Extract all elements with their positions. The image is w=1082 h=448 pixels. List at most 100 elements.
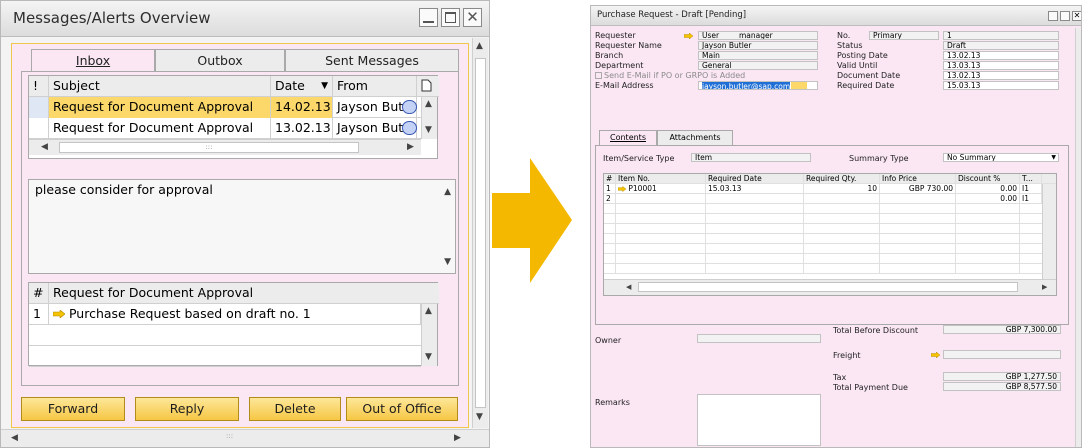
scroll-up-icon[interactable]: ▲: [425, 306, 432, 316]
form-vertical-scrollbar[interactable]: [1075, 28, 1081, 447]
row-discount[interactable]: 0.00: [956, 194, 1020, 204]
document-date-field[interactable]: 13.02.13: [943, 71, 1059, 80]
item-service-type-field[interactable]: Item: [691, 153, 811, 162]
col-item-no[interactable]: Item No.: [616, 174, 706, 184]
required-date-field[interactable]: 15.03.13: [943, 81, 1059, 90]
purchase-request-window: Purchase Request - Draft [Pending] ✕ Req…: [590, 5, 1082, 448]
total-before-discount-field[interactable]: GBP 7,300.00: [943, 325, 1061, 334]
tab-sent-messages[interactable]: Sent Messages: [285, 49, 459, 71]
send-email-checkbox[interactable]: Send E-Mail if PO or GRPO is Added: [595, 71, 745, 80]
total-payment-due-field[interactable]: GBP 8,577.50: [943, 382, 1061, 391]
valid-until-field[interactable]: 13.03.13: [943, 61, 1059, 70]
branch-field[interactable]: Main: [698, 51, 818, 60]
out-of-office-button[interactable]: Out of Office: [346, 397, 458, 421]
freight-field[interactable]: [943, 350, 1061, 359]
row-required-date[interactable]: [706, 194, 804, 204]
tab-contents[interactable]: Contents: [599, 130, 657, 146]
doc-number-field[interactable]: 1: [943, 31, 1059, 40]
header-priority[interactable]: !: [29, 76, 49, 97]
tab-attachments[interactable]: Attachments: [657, 130, 733, 145]
col-info-price[interactable]: Info Price: [880, 174, 956, 184]
status-field[interactable]: Draft: [943, 41, 1059, 50]
label-total-before-discount: Total Before Discount: [833, 326, 919, 335]
minimize-button[interactable]: [419, 8, 438, 27]
reply-button[interactable]: Reply: [135, 397, 239, 421]
scroll-right-icon[interactable]: ▶: [454, 433, 461, 443]
scroll-thumb[interactable]: [638, 282, 1018, 292]
series-select[interactable]: Primary: [869, 31, 939, 40]
maximize-button[interactable]: [1060, 11, 1070, 21]
posting-date-field[interactable]: 13.02.13: [943, 51, 1059, 60]
detail-row-cell[interactable]: Purchase Request based on draft no. 1: [49, 304, 421, 325]
window-horizontal-scrollbar[interactable]: ◀ ::: ▶: [1, 429, 489, 447]
row-discount[interactable]: 0.00: [956, 184, 1020, 194]
tab-outbox[interactable]: Outbox: [155, 49, 285, 71]
grid-vertical-scrollbar[interactable]: ▲ ▼: [421, 97, 437, 139]
requester-name-field[interactable]: Jayson Butler: [698, 41, 818, 50]
col-discount[interactable]: Discount %: [956, 174, 1020, 184]
scroll-right-icon[interactable]: ▶: [407, 142, 414, 152]
scroll-down-icon[interactable]: ▼: [476, 412, 483, 422]
minimize-button[interactable]: [1048, 11, 1058, 21]
items-vertical-scrollbar[interactable]: [1042, 184, 1056, 279]
scroll-left-icon[interactable]: ◀: [626, 283, 631, 291]
summary-type-select[interactable]: No Summary ▼: [943, 153, 1059, 162]
col-tax[interactable]: T...: [1020, 174, 1042, 184]
header-subject[interactable]: Subject: [49, 76, 271, 97]
link-arrow-icon[interactable]: [617, 185, 627, 193]
scroll-right-icon[interactable]: ▶: [1042, 283, 1047, 291]
department-field[interactable]: General: [698, 61, 818, 70]
forward-button[interactable]: Forward: [21, 397, 125, 421]
scroll-thumb[interactable]: [475, 58, 486, 408]
row-item-no[interactable]: P10001: [616, 184, 706, 194]
scroll-up-icon[interactable]: ▲: [425, 99, 432, 109]
table-row[interactable]: 1 P10001 15.03.13 10 GBP 730.00 0.00 I1: [604, 184, 1056, 194]
row-tax[interactable]: I1: [1020, 184, 1042, 194]
row-required-date[interactable]: 15.03.13: [706, 184, 804, 194]
remarks-textarea[interactable]: [697, 394, 821, 446]
header-date[interactable]: Date ▼: [271, 76, 333, 97]
scroll-up-icon[interactable]: ▲: [476, 41, 483, 51]
link-arrow-icon[interactable]: [52, 309, 66, 319]
email-field[interactable]: jayson.butler@sap.com: [698, 81, 818, 90]
row-item-no[interactable]: [616, 194, 706, 204]
scroll-thumb[interactable]: :::: [59, 142, 359, 153]
row-info-price[interactable]: [880, 194, 956, 204]
scroll-down-icon[interactable]: ▼: [425, 125, 432, 135]
scroll-down-icon[interactable]: ▼: [425, 352, 432, 362]
scroll-up-icon[interactable]: ▲: [444, 187, 451, 197]
detail-vertical-scrollbar[interactable]: ▲ ▼: [421, 304, 437, 366]
table-row[interactable]: 2 0.00 I1: [604, 194, 1056, 204]
requester-field[interactable]: User manager: [698, 31, 818, 40]
dropdown-arrow-icon[interactable]: ▼: [1051, 154, 1056, 161]
col-number[interactable]: #: [604, 174, 616, 184]
header-from[interactable]: From: [333, 76, 417, 97]
row-required-qty[interactable]: [804, 194, 880, 204]
owner-field[interactable]: [697, 334, 821, 343]
tax-field[interactable]: GBP 1,277.50: [943, 372, 1061, 381]
link-arrow-icon[interactable]: [684, 33, 693, 39]
link-arrow-icon[interactable]: [931, 352, 940, 358]
message-text-box[interactable]: please consider for approval ▲ ▼: [28, 179, 456, 274]
close-button[interactable]: ✕: [463, 8, 482, 27]
maximize-button[interactable]: [441, 8, 460, 27]
row-tax[interactable]: I1: [1020, 194, 1042, 204]
scroll-left-icon[interactable]: ◀: [41, 142, 48, 152]
checkbox-icon: [595, 72, 602, 79]
list-item[interactable]: 1 Purchase Request based on draft no. 1: [29, 304, 421, 325]
scroll-left-icon[interactable]: ◀: [11, 433, 18, 443]
window-vertical-scrollbar[interactable]: ▲ ▼: [472, 38, 488, 428]
row-required-qty[interactable]: 10: [804, 184, 880, 194]
items-horizontal-scrollbar[interactable]: ◀ ▶: [604, 279, 1056, 295]
grid-header: ! Subject Date ▼ From: [29, 76, 439, 97]
scroll-down-icon[interactable]: ▼: [444, 257, 451, 267]
col-required-date[interactable]: Required Date: [706, 174, 804, 184]
grid-horizontal-scrollbar[interactable]: ◀ ::: ▶: [29, 139, 421, 155]
tab-inbox[interactable]: Inbox: [31, 49, 155, 73]
row-info-price[interactable]: GBP 730.00: [880, 184, 956, 194]
table-row[interactable]: Request for Document Approval 14.02.13 J…: [29, 97, 421, 118]
col-required-qty[interactable]: Required Qty.: [804, 174, 880, 184]
delete-button[interactable]: Delete: [249, 397, 341, 421]
table-row[interactable]: Request for Document Approval 13.02.13 J…: [29, 118, 421, 139]
close-button[interactable]: ✕: [1072, 11, 1081, 21]
